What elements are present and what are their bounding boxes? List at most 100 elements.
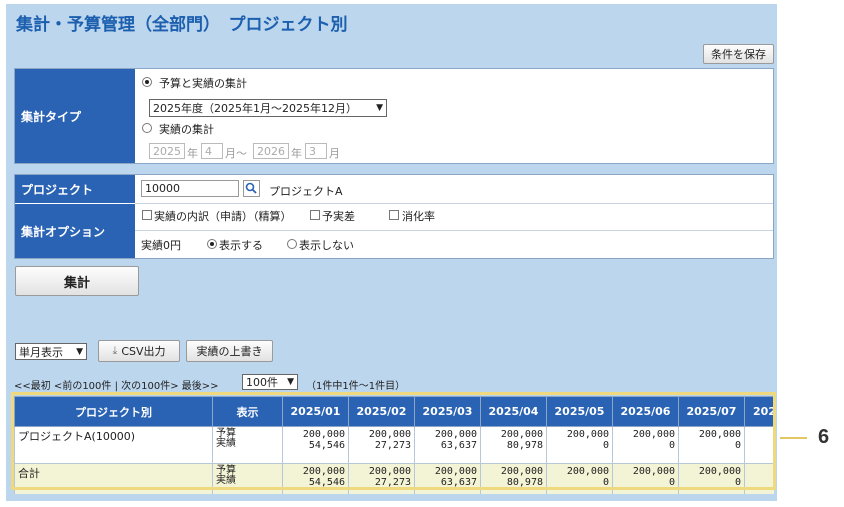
actual-value: 0 bbox=[668, 477, 675, 488]
header-month: 2025/07 bbox=[678, 396, 745, 427]
chevron-down-icon: ▼ bbox=[76, 346, 83, 357]
table-row: プロジェクトA(10000) 予算 実績 200,000 54,546 200,00… bbox=[14, 426, 774, 464]
actual-value: 80,978 bbox=[506, 477, 543, 488]
row-divider bbox=[135, 230, 773, 231]
actual-value: 54,546 bbox=[308, 440, 345, 451]
header-month: 2025/04 bbox=[480, 396, 547, 427]
project-label: プロジェクト bbox=[15, 175, 135, 203]
breakdown-checkbox[interactable] bbox=[142, 210, 152, 220]
budget-value: 200,000 bbox=[500, 429, 543, 440]
diff-checkbox[interactable] bbox=[310, 210, 320, 220]
from-year-input[interactable]: 2025 bbox=[149, 143, 185, 159]
actual-value: 63,637 bbox=[440, 440, 477, 451]
page-title: 集計・予算管理（全部門） プロジェクト別 bbox=[16, 15, 348, 35]
pager-nav[interactable]: <<最初 <前の100件 | 次の100件> 最後>> bbox=[14, 377, 219, 392]
pager-count: （1件中1件～1件目） bbox=[306, 381, 406, 392]
cell: 200,000 54,546 bbox=[282, 463, 349, 494]
actual-value: 0 bbox=[602, 477, 609, 488]
search-icon[interactable] bbox=[243, 180, 260, 197]
row-display: 予算 実績 bbox=[212, 426, 283, 464]
cell: 200,000 80,978 bbox=[480, 426, 547, 464]
header-month: 2025/05 bbox=[546, 396, 613, 427]
callout-number: 6 bbox=[818, 426, 830, 448]
from-month-input[interactable]: 4 bbox=[201, 143, 223, 159]
csv-export-label: CSV出力 bbox=[121, 345, 166, 358]
radio-hide[interactable] bbox=[287, 239, 297, 249]
callout-line bbox=[780, 437, 807, 439]
main-panel: 集計・予算管理（全部門） プロジェクト別 条件を保存 集計タイプ 予算と実績の集… bbox=[6, 4, 777, 501]
budget-value: 200,000 bbox=[302, 429, 345, 440]
cell: 200,000 0 bbox=[546, 426, 613, 464]
cell: 200,000 27,273 bbox=[348, 463, 415, 494]
actual-label: 実績 bbox=[216, 438, 236, 449]
radio-hide-label: 表示しない bbox=[299, 239, 354, 252]
cell: 2 bbox=[744, 463, 774, 494]
budget-value: 200,000 bbox=[500, 466, 543, 477]
results-table: プロジェクト別 表示 2025/01 2025/02 2025/03 2025/… bbox=[14, 396, 774, 494]
options-label: 集計オプション bbox=[15, 204, 135, 258]
budget-value: 2 bbox=[748, 429, 774, 440]
cell: 200,000 0 bbox=[546, 463, 613, 494]
per-page-value: 100件 bbox=[246, 376, 278, 389]
cell: 200,000 27,273 bbox=[348, 426, 415, 464]
actual-label: 実績 bbox=[216, 475, 236, 486]
budget-value: 200,000 bbox=[632, 429, 675, 440]
header-month: 2025/02 bbox=[348, 396, 415, 427]
month-tilde: 月～ bbox=[225, 147, 247, 160]
rate-checkbox-label: 消化率 bbox=[402, 210, 435, 223]
zero-yen-label: 実績0円 bbox=[141, 239, 181, 252]
actual-value: 27,273 bbox=[374, 440, 411, 451]
cell: 200,000 63,637 bbox=[414, 426, 481, 464]
actual-value: 80,978 bbox=[506, 440, 543, 451]
header-project: プロジェクト別 bbox=[14, 396, 213, 427]
radio-actual-label: 実績の集計 bbox=[159, 123, 214, 136]
header-month: 202 bbox=[744, 396, 774, 427]
row-divider bbox=[135, 203, 773, 204]
budget-value: 200,000 bbox=[302, 466, 345, 477]
diff-checkbox-label: 予実差 bbox=[322, 210, 355, 223]
per-page-select[interactable]: 100件 ▼ bbox=[242, 374, 298, 390]
cell: 2 bbox=[744, 426, 774, 464]
radio-budget-actual[interactable] bbox=[142, 77, 152, 87]
save-conditions-button[interactable]: 条件を保存 bbox=[703, 44, 774, 64]
fiscal-year-select[interactable]: 2025年度（2025年1月～2025年12月） ▼ bbox=[149, 99, 387, 117]
actual-value: 0 bbox=[734, 477, 741, 488]
actual-value: 0 bbox=[602, 440, 609, 451]
radio-budget-actual-label: 予算と実績の集計 bbox=[159, 77, 247, 90]
budget-value: 200,000 bbox=[368, 466, 411, 477]
header-month: 2025/01 bbox=[282, 396, 349, 427]
row-display: 予算 実績 bbox=[212, 463, 283, 494]
aggregation-type-label: 集計タイプ bbox=[15, 69, 135, 163]
cell: 200,000 54,546 bbox=[282, 426, 349, 464]
csv-export-button[interactable]: ⤓ CSV出力 bbox=[98, 340, 180, 362]
actual-value: 0 bbox=[734, 440, 741, 451]
overwrite-actual-button[interactable]: 実績の上書き bbox=[186, 340, 273, 362]
project-code-input[interactable]: 10000 bbox=[141, 180, 239, 197]
chevron-down-icon: ▼ bbox=[287, 377, 294, 387]
cell: 200,000 0 bbox=[678, 463, 745, 494]
to-month-input[interactable]: 3 bbox=[305, 143, 327, 159]
fiscal-year-value: 2025年度（2025年1月～2025年12月） bbox=[153, 102, 357, 115]
budget-value: 200,000 bbox=[566, 429, 609, 440]
cell: 200,000 0 bbox=[612, 463, 679, 494]
radio-actual[interactable] bbox=[142, 123, 152, 133]
budget-value: 200,000 bbox=[698, 429, 741, 440]
budget-value: 200,000 bbox=[632, 466, 675, 477]
cell: 200,000 63,637 bbox=[414, 463, 481, 494]
header-month: 2025/06 bbox=[612, 396, 679, 427]
header-month: 2025/03 bbox=[414, 396, 481, 427]
aggregate-button[interactable]: 集計 bbox=[15, 266, 139, 296]
rate-checkbox[interactable] bbox=[389, 210, 399, 220]
from-year-unit: 年 bbox=[187, 147, 198, 160]
radio-show-label: 表示する bbox=[219, 239, 263, 252]
cell: 200,000 0 bbox=[678, 426, 745, 464]
row-name: 合計 bbox=[14, 463, 213, 494]
actual-value: 0 bbox=[668, 440, 675, 451]
results-table-wrapper: プロジェクト別 表示 2025/01 2025/02 2025/03 2025/… bbox=[14, 396, 774, 494]
view-mode-select[interactable]: 単月表示 ▼ bbox=[15, 343, 87, 360]
to-year-input[interactable]: 2026 bbox=[253, 143, 289, 159]
cell: 200,000 0 bbox=[612, 426, 679, 464]
breakdown-checkbox-label: 実績の内訳（申請）（精算） bbox=[154, 210, 292, 223]
radio-show[interactable] bbox=[207, 239, 217, 249]
budget-value: 200,000 bbox=[698, 466, 741, 477]
